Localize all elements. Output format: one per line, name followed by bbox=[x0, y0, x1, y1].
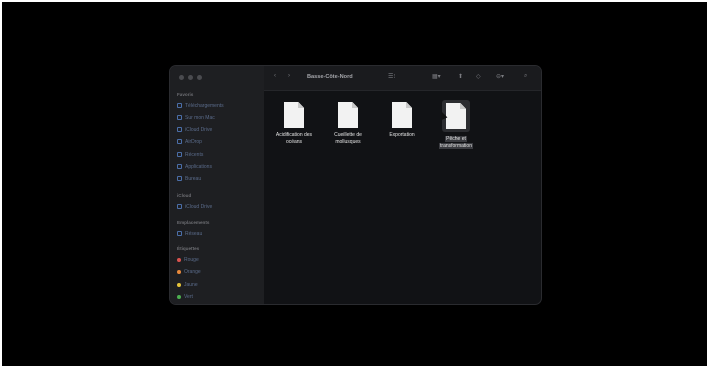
sidebar-item-tag-yellow[interactable]: Jaune bbox=[177, 280, 198, 289]
sidebar-section-favorites: Favoris bbox=[177, 92, 194, 97]
desktop-icon bbox=[177, 176, 182, 181]
sidebar-item-label: Bureau bbox=[185, 175, 202, 182]
sidebar-item-label: Orange bbox=[184, 268, 201, 275]
tag-green-icon bbox=[177, 294, 181, 299]
sidebar-item-label: iCloud Drive bbox=[185, 126, 213, 133]
document-icon bbox=[284, 102, 304, 128]
sidebar-section-locations: Emplacements bbox=[177, 220, 210, 225]
applications-icon bbox=[177, 164, 182, 169]
sidebar-item-label: AirDrop bbox=[185, 138, 202, 145]
sidebar-item-desktop[interactable]: Bureau bbox=[177, 174, 201, 183]
window-title: Basse-Côte-Nord bbox=[307, 74, 353, 80]
chevron-right-icon[interactable]: › bbox=[288, 73, 290, 79]
list-view-icon[interactable]: ☰⁝ bbox=[388, 73, 395, 80]
search-icon[interactable]: ⌕ bbox=[524, 73, 527, 80]
chevron-left-icon[interactable]: ‹ bbox=[274, 73, 276, 79]
sidebar-item-downloads[interactable]: Téléchargements bbox=[177, 101, 224, 110]
tag-orange-icon bbox=[177, 269, 181, 274]
file-item[interactable]: Cueillette de mollusques bbox=[321, 102, 375, 145]
sidebar-item-applications[interactable]: Applications bbox=[177, 162, 212, 171]
clock-icon bbox=[177, 152, 182, 157]
sidebar-item-label: Récents bbox=[185, 151, 204, 158]
sidebar-item-recents[interactable]: Récents bbox=[177, 150, 203, 159]
file-item[interactable]: Acidification des océans bbox=[267, 102, 321, 145]
finder-window: Favoris Téléchargements Sur mon Mac iClo… bbox=[170, 66, 541, 304]
view-grid-icon[interactable]: ▦▾ bbox=[432, 73, 441, 80]
sidebar-item-icloud-drive-2[interactable]: iCloud Drive bbox=[177, 202, 212, 211]
file-name: océans bbox=[285, 138, 303, 145]
file-name: Pêche et bbox=[445, 136, 467, 142]
sidebar-item-tag-red[interactable]: Rouge bbox=[177, 255, 199, 264]
file-item-selected[interactable]: Pêche et transformation bbox=[429, 100, 483, 149]
sidebar-item-on-my-mac[interactable]: Sur mon Mac bbox=[177, 113, 215, 122]
minimize-button[interactable] bbox=[188, 75, 193, 80]
sidebar-item-label: Jaune bbox=[184, 281, 198, 288]
cloud-icon bbox=[177, 127, 182, 132]
sidebar-item-tag-green[interactable]: Vert bbox=[177, 292, 193, 301]
file-item[interactable]: Exportation bbox=[375, 102, 429, 139]
share-icon[interactable]: ⬆ bbox=[458, 73, 463, 80]
sidebar-section-icloud: iCloud bbox=[177, 193, 192, 198]
zoom-button[interactable] bbox=[197, 75, 202, 80]
file-name: Exportation bbox=[389, 132, 415, 138]
sidebar-item-network[interactable]: Réseau bbox=[177, 229, 202, 238]
sidebar-item-icloud-drive[interactable]: iCloud Drive bbox=[177, 125, 212, 134]
sidebar-item-label: Vert bbox=[184, 293, 193, 300]
document-icon bbox=[338, 102, 358, 128]
sidebar: Favoris Téléchargements Sur mon Mac iClo… bbox=[170, 66, 264, 304]
document-icon bbox=[392, 102, 412, 128]
airdrop-icon bbox=[177, 139, 182, 144]
tag-red-icon bbox=[177, 257, 181, 262]
folder-icon bbox=[177, 115, 182, 120]
sidebar-item-label: Réseau bbox=[185, 230, 203, 237]
file-name: mollusques bbox=[335, 138, 361, 145]
window-controls bbox=[179, 75, 202, 80]
cloud-icon bbox=[177, 204, 182, 209]
tag-yellow-icon bbox=[177, 282, 181, 287]
sidebar-section-tags: Étiquettes bbox=[177, 246, 200, 251]
sidebar-item-label: Téléchargements bbox=[185, 102, 224, 109]
close-button[interactable] bbox=[179, 75, 184, 80]
sidebar-item-label: Sur mon Mac bbox=[185, 114, 215, 121]
network-icon bbox=[177, 231, 182, 236]
sidebar-item-label: Applications bbox=[185, 163, 212, 170]
file-name: transformation bbox=[439, 142, 473, 149]
desktop-background: Favoris Téléchargements Sur mon Mac iClo… bbox=[2, 2, 707, 366]
sidebar-item-airdrop[interactable]: AirDrop bbox=[177, 137, 202, 146]
sidebar-item-label: Rouge bbox=[184, 256, 199, 263]
file-grid: Acidification des océans Cueillette de m… bbox=[264, 91, 541, 304]
more-icon[interactable]: ⊖▾ bbox=[496, 73, 504, 80]
sidebar-item-tag-orange[interactable]: Orange bbox=[177, 267, 201, 276]
download-icon bbox=[177, 103, 182, 108]
document-icon bbox=[446, 103, 466, 129]
sidebar-item-label: iCloud Drive bbox=[185, 203, 213, 210]
toolbar: ‹ › Basse-Côte-Nord ☰⁝ ▦▾ ⬆ ◇ ⊖▾ ⌕ bbox=[264, 66, 541, 91]
tag-icon[interactable]: ◇ bbox=[476, 73, 481, 80]
